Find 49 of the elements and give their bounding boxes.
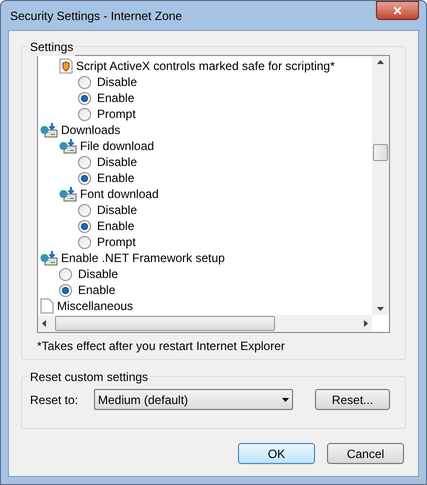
setting-label: Font download — [80, 186, 159, 203]
radio-option[interactable]: Prompt — [78, 234, 136, 250]
setting-label: Enable .NET Framework setup — [61, 250, 225, 267]
radio-option[interactable]: Disable — [78, 154, 138, 170]
field-label: Reset to: — [30, 392, 80, 408]
computer-download-icon — [59, 138, 77, 154]
vertical-scrollbar[interactable] — [372, 56, 389, 315]
scroll-up-icon[interactable] — [377, 60, 384, 64]
radio-option[interactable]: Enable — [78, 170, 134, 186]
radio-button[interactable] — [78, 76, 91, 88]
radio-button[interactable] — [59, 284, 72, 296]
restart-note: *Takes effect after you restart Internet Explorer — [37, 338, 286, 355]
radio-option[interactable]: Enable — [78, 90, 134, 106]
setting-label: Miscellaneous — [57, 298, 134, 315]
radio-option[interactable]: Disable — [78, 202, 138, 218]
scroll-down-icon[interactable] — [377, 307, 384, 311]
scroll-thumb[interactable] — [373, 144, 388, 161]
dialog-button[interactable]: OK — [238, 443, 315, 464]
setting-label: Script ActiveX controls marked safe for scripting* — [76, 58, 335, 75]
setting-label: File download — [80, 138, 154, 155]
computer-download-icon — [40, 250, 58, 266]
scroll-left-icon[interactable] — [42, 320, 46, 327]
scroll-thumb[interactable] — [55, 316, 275, 331]
radio-option[interactable]: Disable — [59, 266, 118, 282]
settings-list[interactable] — [37, 55, 390, 333]
radio-option[interactable]: Enable — [59, 282, 116, 298]
setting-label: Downloads — [61, 122, 120, 139]
radio-button[interactable] — [78, 92, 91, 104]
scroll-right-icon[interactable] — [364, 320, 368, 327]
radio-button[interactable] — [78, 172, 91, 184]
blank-page-icon — [40, 298, 54, 314]
shield-document-icon — [59, 58, 73, 74]
radio-button[interactable] — [78, 220, 91, 232]
radio-option[interactable]: Enable — [78, 218, 134, 234]
radio-button[interactable] — [59, 268, 72, 280]
window-title: Security Settings - Internet Zone — [9, 8, 184, 24]
radio-button[interactable] — [78, 236, 91, 248]
radio-button[interactable] — [78, 156, 91, 168]
radio-button[interactable] — [78, 204, 91, 216]
horizontal-scrollbar[interactable] — [38, 315, 372, 332]
dropdown-arrow-icon — [282, 398, 289, 402]
computer-download-icon — [59, 186, 77, 202]
reset-level-dropdown[interactable]: Medium (default) — [94, 389, 293, 410]
reset-button[interactable]: Reset... — [315, 389, 390, 410]
computer-download-icon — [40, 122, 58, 138]
radio-button[interactable] — [78, 108, 91, 120]
radio-option[interactable]: Disable — [78, 74, 138, 90]
dialog-button[interactable]: Cancel — [327, 443, 404, 464]
radio-option[interactable]: Prompt — [78, 106, 136, 122]
